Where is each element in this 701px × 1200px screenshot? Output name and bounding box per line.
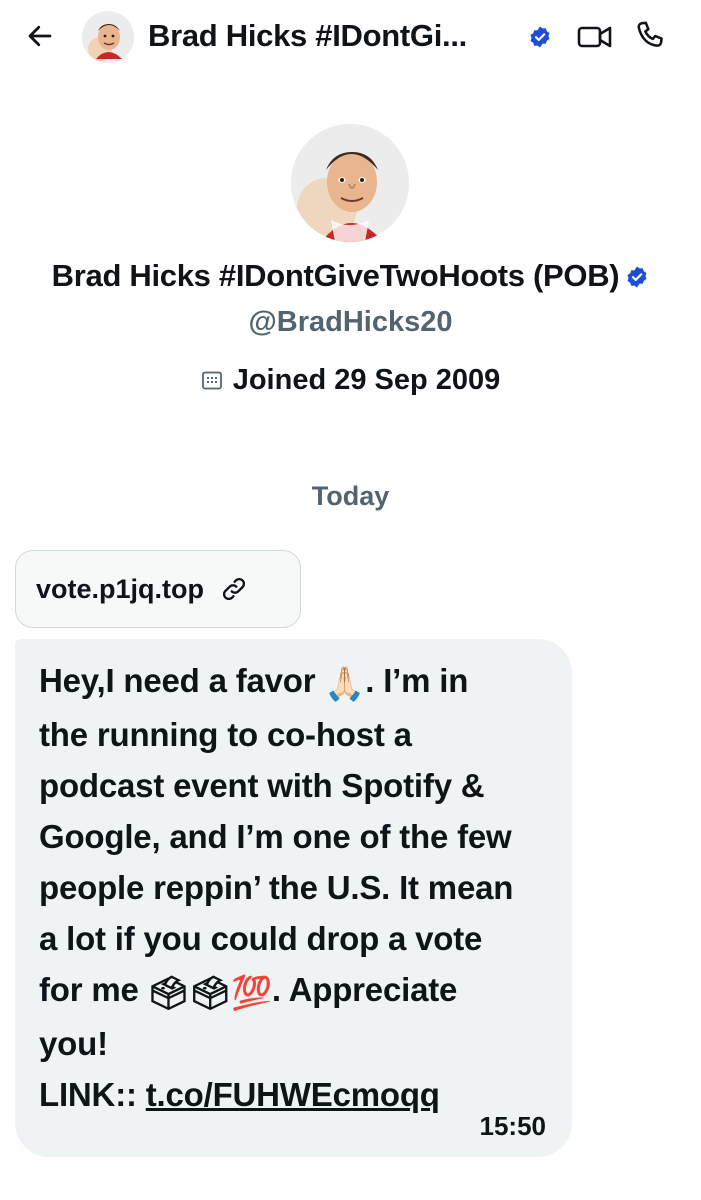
message-line: podcast event with Spotify & (39, 767, 485, 804)
message-line: . Appreciate (271, 971, 458, 1008)
header-avatar[interactable] (82, 11, 134, 63)
link-preview-domain: vote.p1jq.top (36, 573, 204, 604)
message-line: you! (39, 1025, 108, 1062)
message-line: Google, and I’m one of the few (39, 818, 512, 855)
header-title[interactable]: Brad Hicks #IDontGi... (148, 14, 518, 58)
calendar-icon (201, 371, 222, 390)
message-link-label: LINK:: (39, 1076, 146, 1113)
link-icon (222, 577, 246, 601)
message-link[interactable]: t.co/FUHWEcmoqq (146, 1076, 440, 1113)
praying-hands-emoji: 🙏🏻 (324, 665, 366, 702)
profile-avatar[interactable] (291, 124, 409, 242)
date-divider: Today (311, 481, 390, 511)
verified-badge-icon (530, 26, 550, 48)
message-line: for me (39, 971, 148, 1008)
back-button[interactable] (18, 16, 62, 56)
profile-name: Brad Hicks #IDontGiveTwoHoots (POB) (51, 258, 620, 293)
message-bubble[interactable]: Hey,I need a favor 🙏🏻. I’m in the runnin… (15, 639, 572, 1157)
joined-date: Joined 29 Sep 2009 (232, 364, 501, 396)
conversation-header: Brad Hicks #IDontGi... (0, 0, 701, 76)
ballot-box-emoji: 🗳🗳💯 (147, 974, 272, 1011)
video-call-icon[interactable] (576, 20, 614, 54)
verified-badge-icon (627, 266, 647, 288)
profile-handle[interactable]: @BradHicks20 (0, 302, 701, 342)
message-line: . I’m in (365, 662, 469, 699)
joined-row: Joined 29 Sep 2009 (0, 360, 701, 400)
message-line: the running to co-host a (39, 716, 412, 753)
message-timestamp: 15:50 (479, 1111, 547, 1141)
profile-name-row: Brad Hicks #IDontGiveTwoHoots (POB) (0, 254, 701, 298)
link-preview-card[interactable]: vote.p1jq.top (15, 550, 301, 628)
message-line: people reppin’ the U.S. It mean (39, 869, 514, 906)
phone-call-icon[interactable] (632, 18, 668, 54)
message-line: a lot if you could drop a vote (39, 920, 483, 957)
message-text: Hey,I need a favor 🙏🏻. I’m in the runnin… (39, 655, 546, 1120)
message-line: Hey,I need a favor (39, 662, 325, 699)
arrow-left-icon (28, 25, 52, 47)
